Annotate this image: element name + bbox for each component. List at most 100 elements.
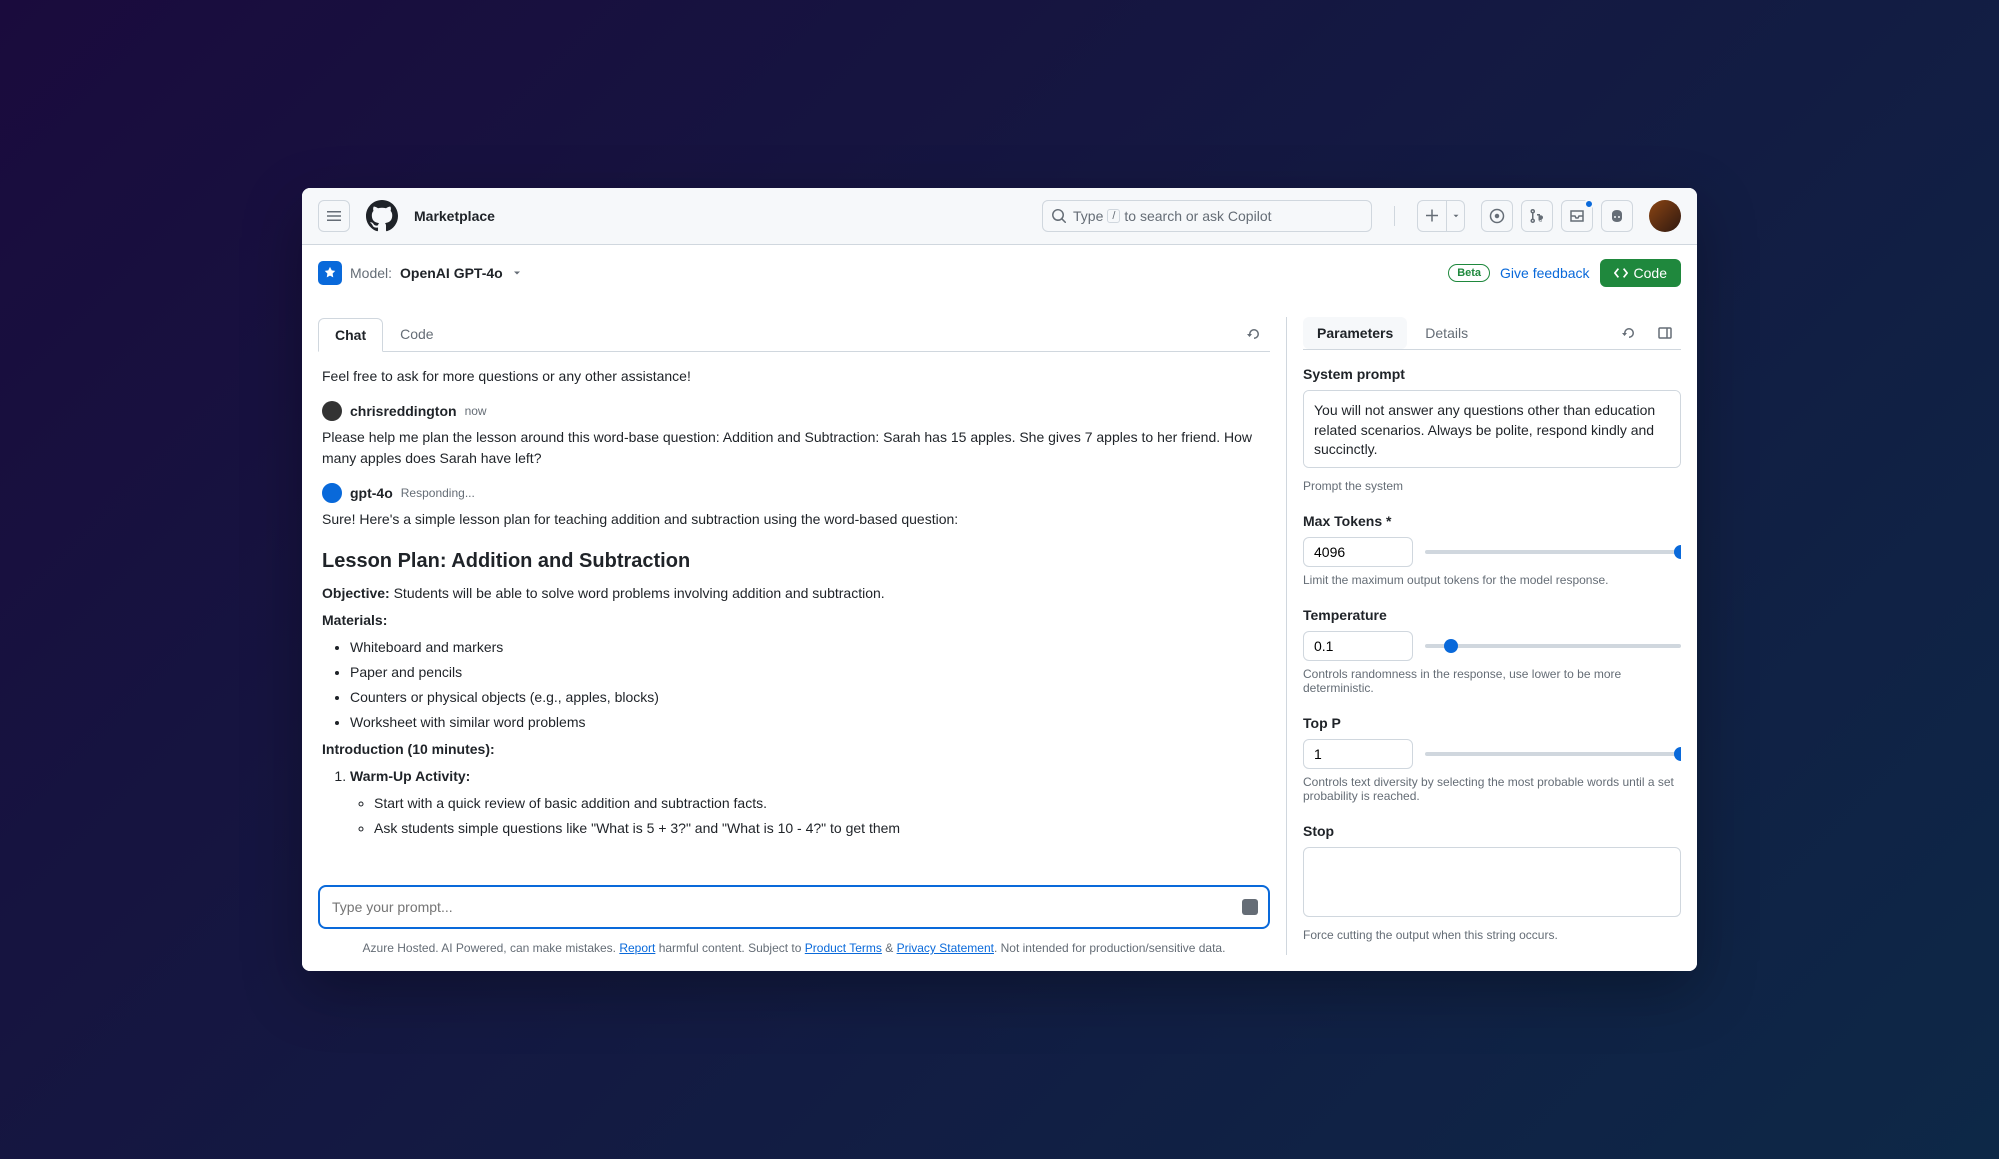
introduction-label: Introduction (10 minutes): <box>322 741 495 757</box>
top-p-slider[interactable] <box>1425 752 1681 756</box>
bot-intro-text: Sure! Here's a simple lesson plan for te… <box>322 509 1266 530</box>
top-p-help: Controls text diversity by selecting the… <box>1303 775 1681 803</box>
intro-steps: Warm-Up Activity: Start with a quick rev… <box>322 766 1266 839</box>
temperature-slider[interactable] <box>1425 644 1681 648</box>
tab-details[interactable]: Details <box>1411 317 1482 349</box>
search-kbd: / <box>1107 209 1120 223</box>
assistant-text: Feel free to ask for more questions or a… <box>322 366 1266 387</box>
message-header: gpt-4o Responding... <box>322 483 1266 503</box>
system-prompt-help: Prompt the system <box>1303 479 1681 493</box>
list-item: Counters or physical objects (e.g., appl… <box>350 687 1266 708</box>
prompt-input[interactable] <box>320 887 1268 927</box>
system-prompt-textarea[interactable] <box>1303 390 1681 468</box>
inbox-icon <box>1569 208 1585 224</box>
hamburger-icon <box>326 208 342 224</box>
list-item: Warm-Up Activity: Start with a quick rev… <box>350 766 1266 839</box>
search-text-post: to search or ask Copilot <box>1124 208 1271 224</box>
bot-avatar-icon <box>322 483 342 503</box>
search-text-pre: Type <box>1073 208 1103 224</box>
chat-tabs: Chat Code <box>318 317 1270 352</box>
message-time: now <box>465 404 487 418</box>
circle-dot-icon <box>1489 208 1505 224</box>
user-message-text: Please help me plan the lesson around th… <box>322 427 1266 469</box>
list-item: Ask students simple questions like "What… <box>374 818 1266 839</box>
refresh-icon <box>1246 326 1262 342</box>
message-author: gpt-4o <box>350 485 393 501</box>
parameters-panel: Parameters Details System prompt Prompt … <box>1286 317 1681 955</box>
issues-button[interactable] <box>1481 200 1513 232</box>
max-tokens-slider[interactable] <box>1425 550 1681 554</box>
max-tokens-input[interactable] <box>1303 537 1413 567</box>
model-selector[interactable]: Model: OpenAI GPT-4o <box>318 261 523 285</box>
brand-label[interactable]: Marketplace <box>414 208 495 224</box>
temperature-label: Temperature <box>1303 607 1681 623</box>
model-bar: Model: OpenAI GPT-4o Beta Give feedback … <box>302 245 1697 301</box>
chevron-down-icon <box>1451 211 1461 221</box>
stop-textarea[interactable] <box>1303 847 1681 917</box>
code-button[interactable]: Code <box>1600 259 1681 287</box>
code-icon <box>1614 266 1628 280</box>
create-new-button[interactable] <box>1417 200 1465 232</box>
notification-dot-icon <box>1584 199 1594 209</box>
stop-help: Force cutting the output when this strin… <box>1303 928 1681 942</box>
github-logo-icon[interactable] <box>366 200 398 232</box>
list-item: Worksheet with similar word problems <box>350 712 1266 733</box>
top-p-label: Top P <box>1303 715 1681 731</box>
tab-code[interactable]: Code <box>383 317 450 351</box>
report-link[interactable]: Report <box>619 941 655 955</box>
right-tabs: Parameters Details <box>1303 317 1681 350</box>
refresh-icon <box>1621 325 1637 341</box>
temperature-input[interactable] <box>1303 631 1413 661</box>
materials-label: Materials: <box>322 612 387 628</box>
hamburger-menu-button[interactable] <box>318 200 350 232</box>
give-feedback-link[interactable]: Give feedback <box>1500 265 1590 281</box>
prompt-box <box>318 885 1270 929</box>
list-item: Start with a quick review of basic addit… <box>374 793 1266 814</box>
user-avatar[interactable] <box>1649 200 1681 232</box>
list-item: Paper and pencils <box>350 662 1266 683</box>
objective-label: Objective: <box>322 585 390 601</box>
temperature-help: Controls randomness in the response, use… <box>1303 667 1681 695</box>
message-header: chrisreddington now <box>322 401 1266 421</box>
copilot-icon <box>1609 208 1625 224</box>
copilot-button[interactable] <box>1601 200 1633 232</box>
message-author: chrisreddington <box>350 403 457 419</box>
chevron-down-icon <box>511 267 523 279</box>
tab-chat[interactable]: Chat <box>318 318 383 352</box>
plus-icon <box>1424 208 1440 224</box>
top-header: Marketplace Type / to search or ask Copi… <box>302 188 1697 245</box>
app-window: Marketplace Type / to search or ask Copi… <box>302 188 1697 971</box>
beta-badge: Beta <box>1448 264 1490 282</box>
git-pull-request-icon <box>1529 208 1545 224</box>
system-prompt-label: System prompt <box>1303 366 1681 382</box>
materials-list: Whiteboard and markers Paper and pencils… <box>322 637 1266 733</box>
privacy-link[interactable]: Privacy Statement <box>897 941 994 955</box>
max-tokens-help: Limit the maximum output tokens for the … <box>1303 573 1681 587</box>
model-prefix: Model: <box>350 265 392 281</box>
model-icon <box>318 261 342 285</box>
warmup-label: Warm-Up Activity: <box>350 768 470 784</box>
send-button[interactable] <box>1242 899 1258 915</box>
refresh-button[interactable] <box>1238 318 1270 350</box>
collapse-button[interactable] <box>1649 317 1681 349</box>
sidebar-icon <box>1657 325 1673 341</box>
pull-requests-button[interactable] <box>1521 200 1553 232</box>
user-avatar-icon <box>322 401 342 421</box>
search-input[interactable]: Type / to search or ask Copilot <box>1042 200 1372 232</box>
chat-panel: Chat Code Feel free to ask for more ques… <box>318 317 1270 955</box>
tab-parameters[interactable]: Parameters <box>1303 317 1407 349</box>
search-icon <box>1051 208 1067 224</box>
model-name: OpenAI GPT-4o <box>400 265 503 281</box>
list-item: Whiteboard and markers <box>350 637 1266 658</box>
inbox-button[interactable] <box>1561 200 1593 232</box>
objective-text: Students will be able to solve word prob… <box>390 585 885 601</box>
lesson-title: Lesson Plan: Addition and Subtraction <box>322 550 1266 573</box>
top-p-input[interactable] <box>1303 739 1413 769</box>
chat-scroll[interactable]: Feel free to ask for more questions or a… <box>318 352 1270 875</box>
params-scroll[interactable]: System prompt Prompt the system Max Toke… <box>1303 350 1681 955</box>
reset-button[interactable] <box>1613 317 1645 349</box>
max-tokens-label: Max Tokens * <box>1303 513 1681 529</box>
product-terms-link[interactable]: Product Terms <box>805 941 882 955</box>
disclaimer: Azure Hosted. AI Powered, can make mista… <box>318 941 1270 955</box>
stop-label: Stop <box>1303 823 1681 839</box>
